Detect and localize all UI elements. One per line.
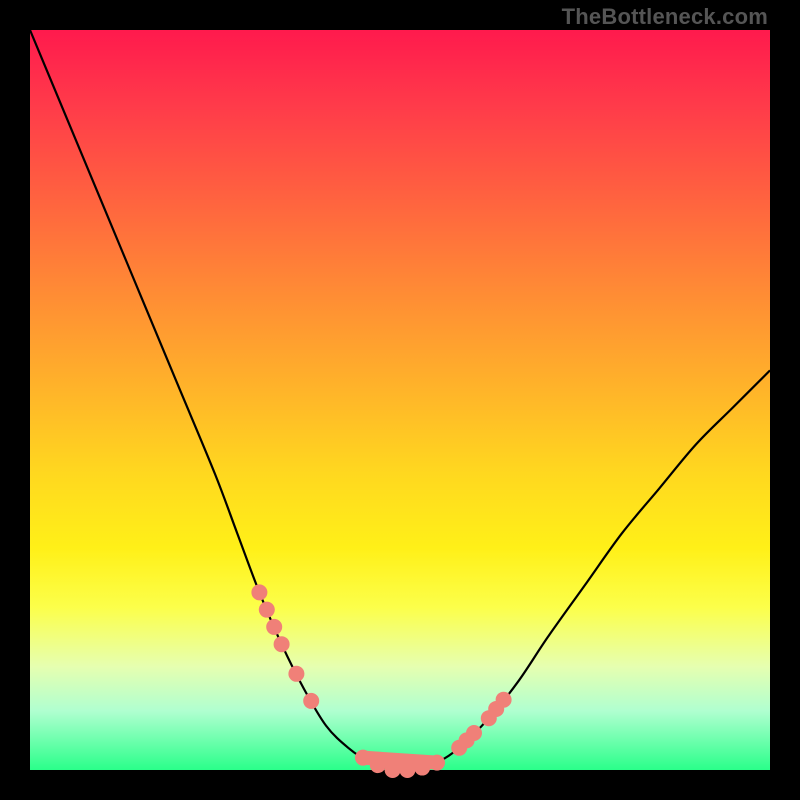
valley-marker — [429, 755, 445, 771]
valley-marker — [496, 692, 512, 708]
valley-marker — [303, 693, 319, 709]
valley-marker — [266, 619, 282, 635]
valley-markers — [251, 584, 511, 778]
valley-marker — [370, 757, 386, 773]
attribution-text: TheBottleneck.com — [562, 4, 768, 30]
valley-marker — [288, 666, 304, 682]
valley-marker — [385, 762, 401, 778]
valley-marker — [399, 762, 415, 778]
valley-marker — [466, 725, 482, 741]
bottleneck-curve — [30, 30, 770, 770]
valley-marker — [251, 584, 267, 600]
valley-marker — [259, 602, 275, 618]
chart-frame: TheBottleneck.com — [0, 0, 800, 800]
valley-marker — [355, 750, 371, 766]
valley-marker — [414, 760, 430, 776]
valley-marker — [274, 636, 290, 652]
plot-area — [30, 30, 770, 770]
curve-path — [30, 30, 770, 771]
